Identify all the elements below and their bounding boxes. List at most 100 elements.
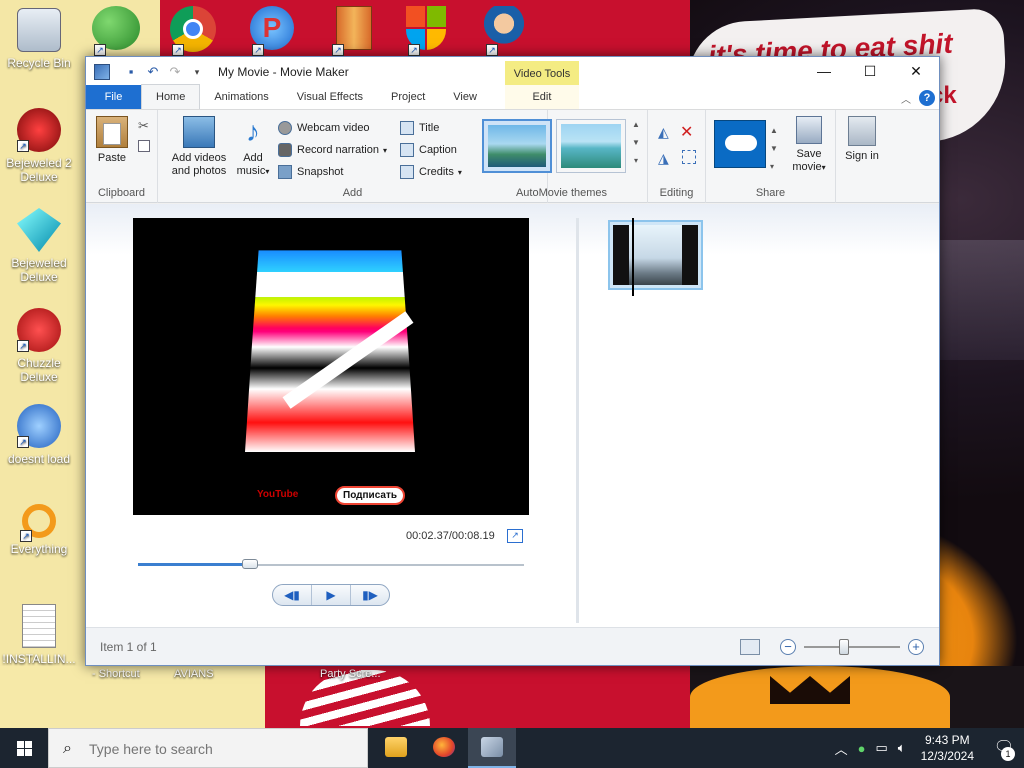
desktop-icon-winrar[interactable]: ↗ — [330, 6, 382, 56]
dropdown-arrow-icon: ▾ — [265, 167, 270, 176]
zoom-out-button[interactable]: − — [780, 639, 796, 655]
desktop-icon-installing[interactable]: !INSTALLIN... — [1, 604, 77, 666]
tab-home[interactable]: Home — [141, 84, 201, 109]
redo-icon[interactable]: ↷ — [168, 64, 182, 79]
taskbar-file-explorer[interactable] — [372, 728, 420, 768]
snapshot-button[interactable]: Snapshot — [278, 162, 343, 182]
zoom-in-button[interactable]: + — [908, 639, 924, 655]
windows-logo-icon — [17, 741, 32, 756]
start-button[interactable] — [0, 728, 48, 768]
pane-splitter[interactable] — [576, 218, 579, 623]
people-icon[interactable]: ● — [858, 741, 866, 756]
tab-project[interactable]: Project — [377, 85, 439, 109]
qat-dropdown-icon[interactable]: ▾ — [190, 65, 204, 79]
share-gallery-scroll[interactable]: ▲ ▼ ▾ — [770, 122, 778, 176]
tab-file[interactable]: File — [86, 85, 141, 109]
onedrive-share-button[interactable] — [714, 120, 766, 168]
help-icon[interactable]: ? — [919, 90, 935, 106]
playhead[interactable] — [632, 218, 634, 296]
desktop-icon-messenger[interactable]: ↗ — [92, 6, 144, 56]
previous-frame-button[interactable]: ◀▮ — [273, 585, 312, 605]
desktop-icon-character[interactable]: ↗ — [484, 6, 536, 56]
cut-icon[interactable]: ✂ — [138, 118, 149, 134]
save-icon[interactable]: ▪ — [124, 64, 138, 79]
desktop-icon-recycle-bin[interactable]: Recycle Bin — [1, 8, 77, 70]
add-videos-photos-button[interactable]: Add videos and photos — [166, 116, 232, 178]
record-narration-button[interactable]: Record narration ▾ — [278, 140, 387, 160]
video-preview[interactable]: YouTube Подписать — [133, 218, 529, 515]
remove-icon[interactable]: ✕ — [680, 122, 693, 142]
zoom-slider[interactable] — [804, 639, 900, 655]
save-movie-button[interactable]: Save movie▾ — [786, 116, 832, 174]
caption-button[interactable]: Caption — [400, 140, 457, 160]
undo-icon[interactable]: ↶ — [146, 64, 160, 79]
paste-button[interactable]: Paste — [94, 116, 130, 165]
preview-subscribe-badge: Подписать — [335, 486, 405, 505]
paste-label: Paste — [97, 152, 127, 164]
copy-icon[interactable] — [138, 140, 150, 152]
collapse-ribbon-icon[interactable]: ︿ — [901, 91, 911, 106]
network-icon[interactable]: ▭ — [876, 740, 888, 756]
desktop-icon-defender[interactable]: ↗ — [406, 6, 458, 56]
desktop-icon-paint[interactable]: P ↗ — [250, 6, 302, 56]
desktop-label-party[interactable]: Party Scre... — [320, 668, 381, 680]
movie-maker-app-icon[interactable] — [94, 63, 110, 80]
theme-thumbnail-selected[interactable] — [482, 119, 552, 173]
desktop-icon-bejeweled[interactable]: Bejeweled Deluxe — [1, 208, 77, 284]
window-title: My Movie - Movie Maker — [218, 64, 349, 79]
desktop-icon-bejeweled-2[interactable]: ↗ Bejeweled 2 Deluxe — [1, 108, 77, 184]
group-automovie-themes: ▲ ▼ ▾ AutoMovie themes — [476, 110, 648, 203]
taskbar-search[interactable]: ⌕ — [48, 728, 368, 768]
tab-animations[interactable]: Animations — [200, 85, 282, 109]
webcam-video-button[interactable]: Webcam video — [278, 118, 370, 138]
storyboard-clip[interactable] — [608, 218, 703, 296]
maximize-button[interactable]: ☐ — [847, 57, 893, 86]
desktop-icon-label: Chuzzle Deluxe — [17, 356, 61, 384]
ribbon-right-controls: ︿ ? — [901, 90, 935, 106]
rotate-left-icon[interactable]: ◭ — [658, 124, 669, 141]
add-music-button[interactable]: ♪ Add music▾ — [232, 116, 274, 178]
select-all-icon[interactable] — [682, 150, 696, 164]
desktop-icon-thunderbird[interactable]: ↗ doesnt load — [1, 404, 77, 466]
rotate-right-icon[interactable]: ◮ — [658, 150, 669, 167]
search-input[interactable] — [89, 737, 359, 761]
title-bar: ▪ ↶ ↷ ▾ My Movie - Movie Maker Video Too… — [86, 57, 939, 87]
clock[interactable]: 9:43 PM 12/3/2024 — [921, 732, 974, 764]
theme-gallery-scroll[interactable]: ▲ ▼ ▾ — [630, 116, 642, 170]
taskbar-movie-maker[interactable] — [468, 728, 516, 768]
sign-in-label: Sign in — [845, 150, 879, 162]
title-button[interactable]: Title — [400, 118, 439, 138]
seek-thumb[interactable] — [241, 559, 258, 569]
minimize-button[interactable]: — — [801, 57, 847, 86]
play-button[interactable]: ▶ — [312, 585, 351, 605]
user-icon — [848, 116, 876, 146]
taskbar-firefox[interactable] — [420, 728, 468, 768]
desktop-label-avians[interactable]: AVIANS — [174, 668, 214, 680]
volume-icon[interactable]: 🔈︎ — [898, 740, 906, 756]
desktop-icon-label: Bejeweled Deluxe — [11, 256, 67, 284]
tab-visual-effects[interactable]: Visual Effects — [283, 85, 377, 109]
zoom-thumb[interactable] — [839, 639, 850, 655]
sign-in-button[interactable]: Sign in — [842, 116, 882, 163]
action-center-button[interactable]: 🗨︎ 1 — [984, 728, 1024, 768]
show-hidden-icons-icon[interactable]: ︿ — [835, 739, 848, 758]
desktop-icon-chrome[interactable]: ↗ — [170, 6, 222, 56]
desktop-icon-everything[interactable]: ↗ Everything — [1, 504, 77, 556]
credits-button[interactable]: Credits ▾ — [400, 162, 462, 182]
desktop-label-shortcut[interactable]: - Shortcut — [92, 668, 140, 680]
seek-bar[interactable] — [138, 559, 524, 569]
next-frame-button[interactable]: ▮▶ — [351, 585, 389, 605]
ribbon-tabs: File Home Animations Visual Effects Proj… — [86, 84, 939, 110]
desktop-icon-label: Everything — [10, 542, 68, 556]
close-button[interactable]: ✕ — [893, 57, 939, 86]
desktop-icon-chuzzle[interactable]: ↗ Chuzzle Deluxe — [1, 308, 77, 384]
thumbnail-size-icon[interactable] — [740, 639, 760, 655]
fullscreen-preview-button[interactable]: ↗ — [507, 529, 523, 543]
theme-thumbnail[interactable] — [556, 119, 626, 173]
tab-edit[interactable]: Edit — [504, 85, 579, 109]
credits-icon — [400, 165, 414, 179]
clock-date: 12/3/2024 — [920, 749, 974, 763]
clock-time: 9:43 PM — [924, 733, 970, 747]
tab-view[interactable]: View — [439, 85, 491, 109]
video-tools-context-label: Video Tools — [505, 61, 579, 87]
